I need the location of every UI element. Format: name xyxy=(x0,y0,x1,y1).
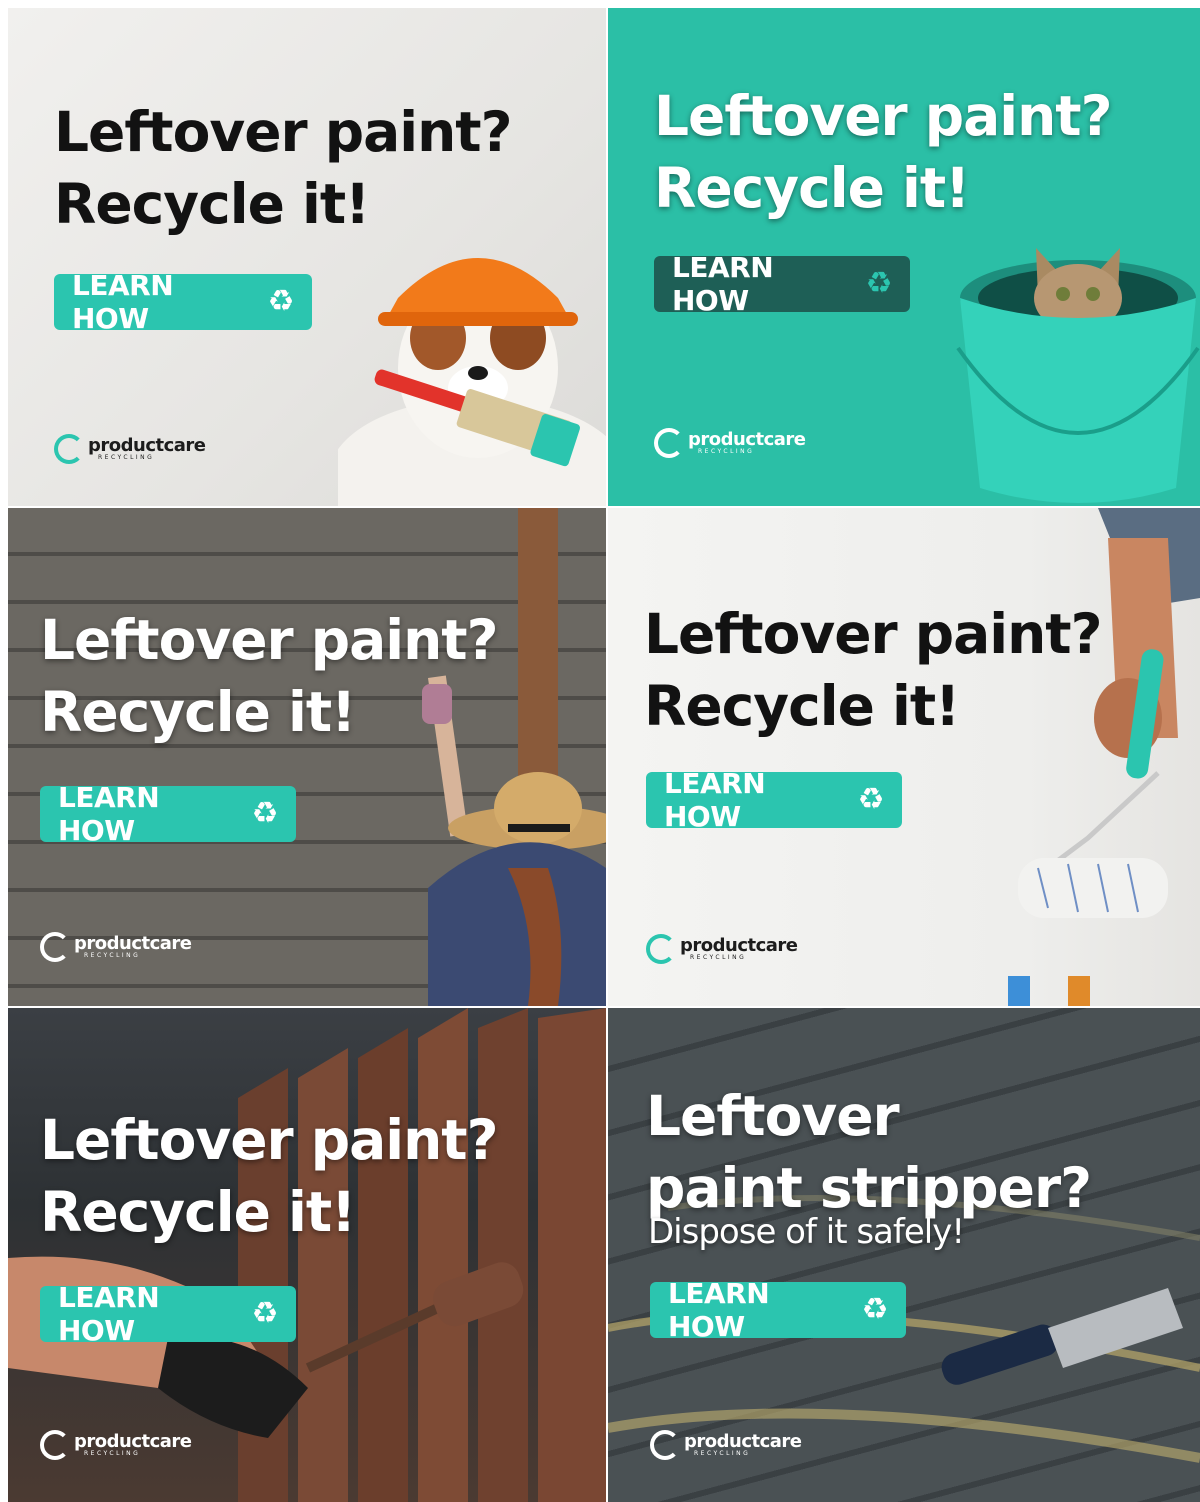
logo-brand: productcare xyxy=(680,935,798,956)
recycle-icon: ♻ xyxy=(251,796,279,831)
ad-banner-paint-stripper[interactable]: Leftover paint stripper? Dispose of it s… xyxy=(608,1008,1200,1502)
headline-line-2: Recycle it! xyxy=(54,172,370,236)
ad-banner-dog[interactable]: Leftover paint? Recycle it! LEARN HOW ♻ … xyxy=(8,8,606,506)
logo-sub: RECYCLING xyxy=(694,1450,751,1457)
logo-brand: productcare xyxy=(74,1431,192,1452)
headline: Leftover paint? Recycle it! xyxy=(654,80,1112,224)
logo-sub: RECYCLING xyxy=(84,1450,141,1457)
headline: Leftover paint? Recycle it! xyxy=(54,96,512,240)
recycle-icon: ♻ xyxy=(267,284,295,319)
headline: Leftover paint? Recycle it! xyxy=(644,598,1102,742)
recycle-icon: ♻ xyxy=(857,782,885,817)
learn-how-label: LEARN HOW xyxy=(58,1281,160,1347)
headline-line-2: Recycle it! xyxy=(40,1180,356,1244)
headline: Leftover paint stripper? xyxy=(646,1080,1092,1224)
logo-sub: RECYCLING xyxy=(98,454,155,461)
ad-banner-paint-roller[interactable]: Leftover paint? Recycle it! LEARN HOW ♻ … xyxy=(608,508,1200,1006)
ad-banner-painting-wall[interactable]: Leftover paint? Recycle it! LEARN HOW ♻ … xyxy=(8,508,606,1006)
learn-how-button[interactable]: LEARN HOW ♻ xyxy=(40,781,296,847)
headline-line-1: Leftover paint? xyxy=(644,602,1102,666)
headline-line-2: Recycle it! xyxy=(40,680,356,744)
cat-in-paint-bucket-illustration xyxy=(956,248,1200,503)
learn-how-button[interactable]: LEARN HOW ♻ xyxy=(54,269,312,335)
productcare-logo-icon xyxy=(54,434,84,464)
productcare-logo-icon xyxy=(654,428,684,458)
headline: Leftover paint? Recycle it! xyxy=(40,604,498,748)
learn-how-label: LEARN HOW xyxy=(668,1277,770,1343)
productcare-logo[interactable]: productcare RECYCLING xyxy=(650,1430,802,1460)
ad-banner-cat[interactable]: Leftover paint? Recycle it! LEARN HOW ♻ … xyxy=(608,8,1200,506)
logo-sub: RECYCLING xyxy=(698,448,755,455)
learn-how-button[interactable]: LEARN HOW ♻ xyxy=(650,1277,906,1343)
learn-how-button[interactable]: LEARN HOW ♻ xyxy=(40,1281,296,1347)
recycle-icon: ♻ xyxy=(861,1292,889,1327)
productcare-logo[interactable]: productcare RECYCLING xyxy=(40,932,192,962)
headline-line-1: Leftover paint? xyxy=(40,608,498,672)
headline-line-1: Leftover paint? xyxy=(54,100,512,164)
logo-brand: productcare xyxy=(688,429,806,450)
headline: Leftover paint? Recycle it! xyxy=(40,1104,498,1248)
productcare-logo-icon xyxy=(650,1430,680,1460)
productcare-logo[interactable]: productcare RECYCLING xyxy=(646,934,798,964)
learn-how-label: LEARN HOW xyxy=(664,767,766,833)
productcare-logo[interactable]: productcare RECYCLING xyxy=(40,1430,192,1460)
headline-line-1: Leftover xyxy=(646,1084,900,1148)
logo-sub: RECYCLING xyxy=(690,954,747,961)
headline-line-2: Recycle it! xyxy=(644,674,960,738)
headline-line-1: Leftover paint? xyxy=(40,1108,498,1172)
productcare-logo-icon xyxy=(40,932,70,962)
learn-how-label: LEARN HOW xyxy=(672,251,774,317)
productcare-logo[interactable]: productcare RECYCLING xyxy=(654,428,806,458)
hand-with-paint-roller-illustration xyxy=(1008,508,1200,1006)
logo-sub: RECYCLING xyxy=(84,952,141,959)
headline-line-2: Recycle it! xyxy=(654,156,970,220)
learn-how-button[interactable]: LEARN HOW ♻ xyxy=(654,251,910,317)
ad-banner-fence[interactable]: Leftover paint? Recycle it! LEARN HOW ♻ … xyxy=(8,1008,606,1502)
learn-how-button[interactable]: LEARN HOW ♻ xyxy=(646,767,902,833)
woman-painting-wall-illustration xyxy=(422,508,606,1006)
dog-with-hardhat-illustration xyxy=(338,258,606,506)
learn-how-label: LEARN HOW xyxy=(72,269,174,335)
logo-brand: productcare xyxy=(88,435,206,456)
logo-brand: productcare xyxy=(74,933,192,954)
learn-how-label: LEARN HOW xyxy=(58,781,160,847)
recycle-icon: ♻ xyxy=(251,1296,279,1331)
subheadline: Dispose of it safely! xyxy=(648,1212,965,1252)
headline-line-1: Leftover paint? xyxy=(654,84,1112,148)
recycle-icon: ♻ xyxy=(865,266,893,301)
logo-brand: productcare xyxy=(684,1431,802,1452)
productcare-logo-icon xyxy=(40,1430,70,1460)
productcare-logo[interactable]: productcare RECYCLING xyxy=(54,434,206,464)
painting-fence-illustration xyxy=(8,1008,606,1502)
productcare-logo-icon xyxy=(646,934,676,964)
